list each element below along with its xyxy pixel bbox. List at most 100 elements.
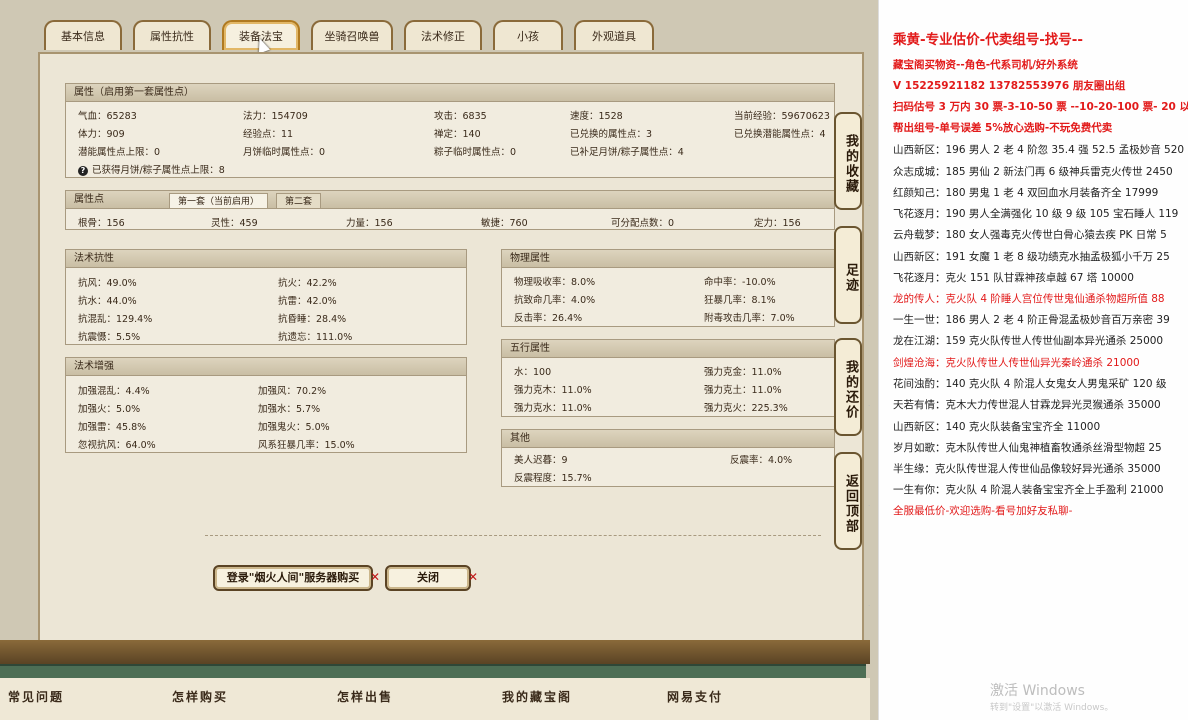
attr-cell-value: 65283 (106, 111, 137, 122)
footer-how-buy[interactable]: 怎样购买 (172, 688, 228, 705)
attr-cell-label: 已兑换潜能属性点： (734, 129, 820, 140)
attr-cell: 攻击：6835 (434, 108, 487, 122)
game-window: 基本信息 属性抗性 装备法宝 坐骑召唤兽 法术修正 小孩 外观道具 属性（启用第… (0, 0, 878, 720)
attr-cell: 速度：1528 (570, 108, 623, 122)
five-cell-value: 11.0% (561, 385, 592, 396)
resist-cell-label: 抗风： (78, 278, 107, 289)
resist-cell-value: 49.0% (106, 278, 137, 289)
doc-line: 云舟载梦：180 女人强毒克火传世白骨心猿去疾 PK 日常 5 (893, 229, 1167, 241)
resist-cell-value: 111.0% (316, 332, 353, 343)
point-cell-value: 459 (239, 218, 258, 229)
boost-cell-label: 加强雷： (78, 422, 117, 433)
doc-line: 全服最低价-欢迎选购-看号加好友私聊- (893, 505, 1073, 517)
margin-marks: ...... (868, 100, 871, 608)
doc-line: 龙的传人：克火队 4 阶睡人宫位传世鬼仙通杀物超所值 88 (893, 293, 1165, 305)
attribute-points-box: 属性点 第一套（当前启用） 第二套 根骨：156 灵性：459 力量：156 敏捷：7… (65, 190, 835, 230)
five-elements-box: 五行属性 水：100 强力克金：11.0% 强力克木：11.0% 强力克土：11.0%… (501, 339, 835, 417)
tab-mount-summon[interactable]: 坐骑召唤兽 (311, 20, 393, 50)
resist-cell: 抗雷：42.0% (278, 293, 337, 307)
five-cell: 强力克火：225.3% (704, 400, 788, 414)
other-cell-value: 9 (561, 455, 568, 466)
boost-cell: 忽视抗风：64.0% (78, 437, 156, 451)
five-cell-value: 11.0% (751, 385, 782, 396)
five-cell-label: 强力克火： (704, 403, 752, 414)
five-cell: 强力克水：11.0% (514, 400, 592, 414)
tab-point-set-2[interactable]: 第二套 (276, 193, 322, 209)
tab-child[interactable]: 小孩 (493, 20, 563, 50)
resist-cell-label: 抗震慑： (78, 332, 117, 343)
login-buy-button[interactable]: 登录"烟火人间"服务器购买 (213, 565, 373, 591)
attr-cell: 法力：154709 (243, 108, 308, 122)
tab-appearance[interactable]: 外观道具 (574, 20, 654, 50)
other-cell-label: 美人迟暮： (514, 455, 562, 466)
point-cell: 可分配点数：0 (611, 215, 674, 229)
five-cell: 强力克木：11.0% (514, 382, 592, 396)
doc-line: 扫码估号 3 万内 30 票-3-10-50 票 --10-20-100 票- … (893, 101, 1188, 113)
other-cell: 反震程度：15.7% (514, 470, 592, 484)
footer-faq[interactable]: 常见问题 (8, 688, 64, 705)
attr-cell-value: 4 (677, 147, 684, 158)
physical-cell: 附毒攻击几率：7.0% (704, 310, 795, 324)
physical-cell: 物理吸收率：8.0% (514, 274, 595, 288)
attr-cell-label: 已兑换的属性点： (570, 129, 647, 140)
other-cell-value: 15.7% (561, 473, 592, 484)
physical-cell-label: 狂暴几率： (704, 295, 752, 306)
resist-cell-value: 28.4% (316, 314, 347, 325)
physical-cell-label: 附毒攻击几率： (704, 313, 771, 324)
point-cell-label: 定力： (754, 218, 783, 229)
boost-cell-value: 5.0% (116, 404, 141, 415)
attr-cell-value: 3 (646, 129, 653, 140)
footer-netease-pay[interactable]: 网易支付 (667, 688, 723, 705)
point-cell-value: 156 (782, 218, 801, 229)
attr-cell-label: 潜能属性点上限： (78, 147, 155, 158)
resist-cell: 抗昏睡：28.4% (278, 311, 346, 325)
attr-cell-label: 月饼临时属性点： (243, 147, 320, 158)
doc-line: 山西新区：140 克火队装备宝宝齐全 11000 (893, 421, 1101, 433)
tab-attributes-resist[interactable]: 属性抗性 (133, 20, 211, 50)
point-cell: 力量：156 (346, 215, 393, 229)
physical-cell-label: 抗致命几率： (514, 295, 572, 306)
five-cell-label: 强力克水： (514, 403, 562, 414)
physical-cell: 抗致命几率：4.0% (514, 292, 595, 306)
attr-cell-value: 0 (510, 147, 517, 158)
tab-basic-info[interactable]: 基本信息 (44, 20, 122, 50)
resist-cell-value: 44.0% (106, 296, 137, 307)
footer-my-cbg[interactable]: 我的藏宝阁 (502, 688, 572, 705)
attr-cell: 经验点：11 (243, 126, 293, 140)
my-offers-button[interactable]: 我的还价 (834, 338, 862, 436)
doc-line: 岁月如歌：克木队传世人仙鬼神植畜牧通杀丝滑型物超 25 (893, 442, 1162, 454)
five-cell-value: 11.0% (751, 367, 782, 378)
mooncake-limit-note: ? 已获得月饼/粽子属性点上限：8 (78, 162, 225, 176)
my-favorites-button[interactable]: 我的收藏 (834, 112, 862, 210)
attr-cell: 当前经验：59670623 (734, 108, 830, 122)
boost-cell: 加强火：5.0% (78, 401, 140, 415)
resist-cell-value: 129.4% (116, 314, 153, 325)
tab-spell-modifier[interactable]: 法术修正 (404, 20, 482, 50)
footprint-button[interactable]: 足迹 (834, 226, 862, 324)
five-cell-value: 100 (533, 367, 552, 378)
attr-cell: 气血：65283 (78, 108, 137, 122)
boost-cell: 加强水：5.7% (258, 401, 320, 415)
attr-cell: 潜能属性点上限：0 (78, 144, 160, 158)
five-elements-title: 五行属性 (502, 340, 834, 358)
resist-cell-label: 抗水： (78, 296, 107, 307)
physical-cell-value: 8.1% (751, 295, 776, 306)
back-to-top-button[interactable]: 返回顶部 (834, 452, 862, 550)
site-footer: 常见问题 怎样购买 怎样出售 我的藏宝阁 网易支付 (0, 678, 870, 720)
footer-how-sell[interactable]: 怎样出售 (337, 688, 393, 705)
attributes-box: 属性（启用第一套属性点） 气血：65283 法力：154709 攻击：6835 速度：… (65, 83, 835, 178)
other-cell-label: 反震程度： (514, 473, 562, 484)
attr-cell-label: 气血： (78, 111, 107, 122)
attr-cell-label: 当前经验： (734, 111, 782, 122)
point-cell-label: 可分配点数： (611, 218, 669, 229)
close-button[interactable]: 关闭 (385, 565, 471, 591)
attr-cell: 体力：909 (78, 126, 125, 140)
spell-boost-box: 法术增强 加强混乱：4.4% 加强风：70.2% 加强火：5.0% 加强水：5.7% 加… (65, 357, 467, 453)
doc-line: 飞花逐月：克火 151 队甘霖神孩卓越 67 塔 10000 (893, 272, 1134, 284)
doc-line: 红颜知己：180 男鬼 1 老 4 双回血水月装备齐全 17999 (893, 187, 1159, 199)
attr-cell-label: 禅定： (434, 129, 463, 140)
attr-cell-label: 法力： (243, 111, 272, 122)
doc-line: 山西新区：196 男人 2 老 4 阶忽 35.4 强 52.5 孟极妙音 52… (893, 144, 1185, 156)
boost-cell: 加强鬼火：5.0% (258, 419, 330, 433)
tab-point-set-1[interactable]: 第一套（当前启用） (169, 193, 269, 209)
